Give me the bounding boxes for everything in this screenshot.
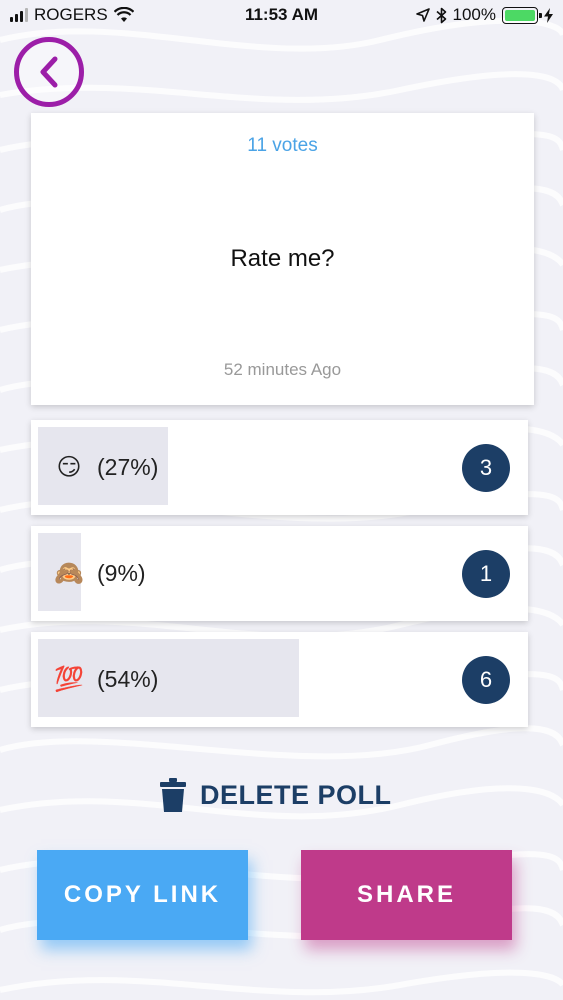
- delete-poll-button[interactable]: DELETE POLL: [160, 775, 392, 815]
- location-arrow-icon: [415, 8, 430, 22]
- poll-timestamp: 52 minutes Ago: [223, 360, 342, 379]
- vote-count: 11 votes: [247, 135, 318, 156]
- option-label: 🙈 (9%): [53, 526, 146, 621]
- chevron-left-icon: [40, 56, 58, 88]
- poll-option-3[interactable]: 💯 (54%) 6: [31, 632, 528, 727]
- delete-poll-label: DELETE POLL: [200, 779, 392, 810]
- poll-option-1[interactable]: 😏 (27%) 3: [31, 420, 528, 515]
- trash-icon: [160, 778, 186, 812]
- status-bar: ROGERS 11:53 AM 100%: [0, 0, 563, 32]
- battery-icon: [502, 6, 542, 24]
- option-percent: (9%): [97, 560, 146, 586]
- charging-bolt-icon: [544, 7, 553, 23]
- poll-option-2[interactable]: 🙈 (9%) 1: [31, 526, 528, 621]
- option-emoji: 💯: [54, 666, 84, 693]
- poll-card: 11 votes Rate me? 52 minutes Ago: [31, 113, 534, 405]
- option-vote-count: 6: [462, 656, 510, 704]
- option-vote-count: 1: [462, 550, 510, 598]
- option-percent: (27%): [97, 454, 159, 480]
- option-vote-count: 3: [462, 444, 510, 492]
- back-button[interactable]: [14, 37, 84, 107]
- option-emoji: 😏: [56, 454, 82, 481]
- poll-question: Rate me?: [230, 245, 335, 272]
- option-percent: (54%): [97, 666, 159, 692]
- bluetooth-icon: [435, 7, 446, 23]
- option-label: 😏 (27%): [53, 420, 158, 515]
- status-right: 100%: [415, 5, 553, 25]
- option-label: 💯 (54%): [53, 632, 158, 727]
- battery-percent: 100%: [452, 5, 496, 24]
- option-emoji: 🙈: [54, 560, 84, 587]
- copy-link-button[interactable]: COPY LINK: [37, 850, 248, 940]
- share-button[interactable]: SHARE: [301, 850, 512, 940]
